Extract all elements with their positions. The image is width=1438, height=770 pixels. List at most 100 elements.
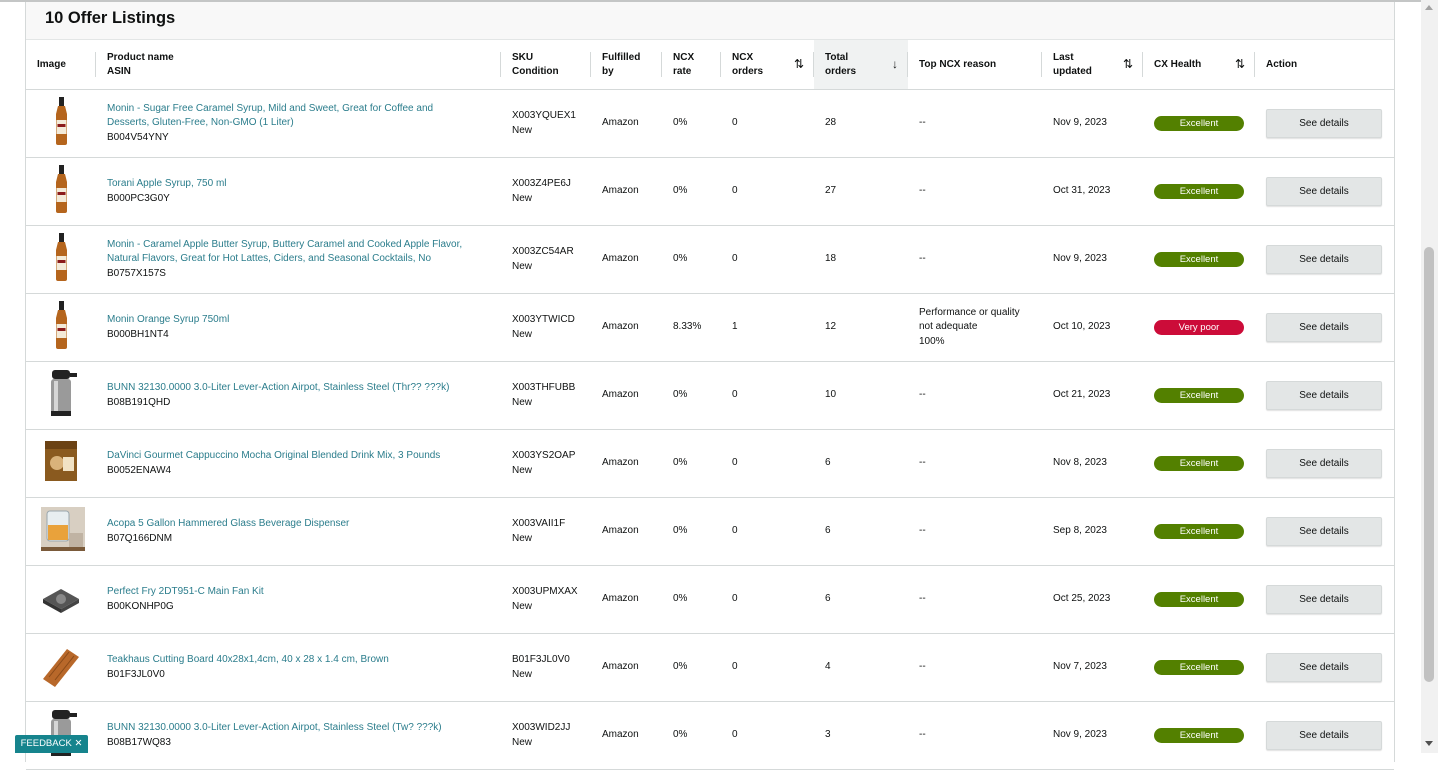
- condition: New: [512, 668, 533, 680]
- product-name-cell: Torani Apple Syrup, 750 ml B000PC3G0Y: [96, 157, 501, 226]
- cx-health-cell: Excellent: [1143, 429, 1255, 498]
- product-image-cell: [26, 225, 96, 294]
- cx-health-badge: Excellent: [1154, 523, 1244, 539]
- sort-icon[interactable]: ⇅: [1123, 57, 1133, 71]
- total-orders: 18: [814, 225, 908, 294]
- col-ncx-orders[interactable]: NCX orders ⇅: [721, 40, 814, 90]
- see-details-button[interactable]: See details: [1266, 177, 1382, 206]
- asin: B01F3JL0V0: [107, 668, 165, 680]
- see-details-button[interactable]: See details: [1266, 449, 1382, 478]
- col-cx-health[interactable]: CX Health ⇅: [1143, 40, 1255, 90]
- total-orders: 3: [814, 701, 908, 770]
- col-top-ncx-reason: Top NCX reason: [908, 40, 1042, 90]
- product-name-cell: Teakhaus Cutting Board 40x28x1,4cm, 40 x…: [96, 633, 501, 702]
- product-name-cell: Monin - Caramel Apple Butter Syrup, Butt…: [96, 225, 501, 294]
- product-name-cell: Monin Orange Syrup 750ml B000BH1NT4: [96, 293, 501, 362]
- sku: X003YQUEX1: [512, 110, 576, 121]
- drink-mix-bag-icon: [39, 435, 83, 487]
- action-cell: See details: [1255, 497, 1394, 566]
- sku-cell: X003Z4PE6J New: [501, 157, 591, 226]
- fulfilled-by: Amazon: [591, 701, 662, 770]
- cx-health-cell: Excellent: [1143, 361, 1255, 430]
- sort-icon[interactable]: ⇅: [1235, 57, 1245, 71]
- condition: New: [512, 532, 533, 544]
- product-name-link[interactable]: Monin Orange Syrup 750ml: [107, 314, 229, 325]
- action-cell: See details: [1255, 361, 1394, 430]
- feedback-button[interactable]: FEEDBACK ✕: [15, 735, 88, 753]
- product-name-link[interactable]: Acopa 5 Gallon Hammered Glass Beverage D…: [107, 518, 349, 529]
- asin: B00KONHP0G: [107, 600, 174, 612]
- table-row: BUNN 32130.0000 3.0-Liter Lever-Action A…: [26, 361, 1394, 430]
- last-updated: Oct 21, 2023: [1042, 361, 1143, 430]
- sku-cell: X003VAII1F New: [501, 497, 591, 566]
- last-updated: Nov 9, 2023: [1042, 701, 1143, 770]
- sku: X003UPMXAX: [512, 586, 578, 597]
- product-name-link[interactable]: Teakhaus Cutting Board 40x28x1,4cm, 40 x…: [107, 654, 389, 665]
- sku-cell: X003UPMXAX New: [501, 565, 591, 634]
- top-ncx-reason: --: [908, 361, 1042, 430]
- total-orders: 6: [814, 565, 908, 634]
- product-name-link[interactable]: BUNN 32130.0000 3.0-Liter Lever-Action A…: [107, 722, 442, 733]
- see-details-button[interactable]: See details: [1266, 313, 1382, 342]
- table-row: Monin - Caramel Apple Butter Syrup, Butt…: [26, 225, 1394, 294]
- asin: B08B17WQ83: [107, 736, 171, 748]
- cx-health-cell: Excellent: [1143, 225, 1255, 294]
- scroll-up-arrow-icon[interactable]: [1425, 5, 1433, 10]
- ncx-rate: 0%: [662, 701, 721, 770]
- ncx-orders: 0: [721, 497, 814, 566]
- top-ncx-reason: --: [908, 89, 1042, 158]
- scrollbar-thumb[interactable]: [1424, 247, 1434, 682]
- col-last-updated[interactable]: Last updated ⇅: [1042, 40, 1143, 90]
- fulfilled-by: Amazon: [591, 89, 662, 158]
- see-details-button[interactable]: See details: [1266, 109, 1382, 138]
- sort-descending-icon[interactable]: ↓: [892, 57, 898, 71]
- action-cell: See details: [1255, 565, 1394, 634]
- product-name-link[interactable]: Torani Apple Syrup, 750 ml: [107, 178, 227, 189]
- col-product-name: Product name ASIN: [96, 40, 501, 90]
- syrup-bottle-icon: [39, 163, 83, 215]
- fulfilled-by: Amazon: [591, 633, 662, 702]
- action-cell: See details: [1255, 429, 1394, 498]
- asin: B08B191QHD: [107, 396, 171, 408]
- condition: New: [512, 192, 533, 204]
- see-details-button[interactable]: See details: [1266, 653, 1382, 682]
- see-details-button[interactable]: See details: [1266, 381, 1382, 410]
- panel-header: 10 Offer Listings: [26, 2, 1394, 40]
- scroll-down-arrow-icon[interactable]: [1425, 741, 1433, 746]
- sort-icon[interactable]: ⇅: [794, 57, 804, 71]
- col-sku: SKU Condition: [501, 40, 591, 90]
- product-image-cell: [26, 497, 96, 566]
- see-details-button[interactable]: See details: [1266, 517, 1382, 546]
- top-ncx-reason: --: [908, 633, 1042, 702]
- see-details-button[interactable]: See details: [1266, 721, 1382, 750]
- condition: New: [512, 260, 533, 272]
- product-name-link[interactable]: Perfect Fry 2DT951-C Main Fan Kit: [107, 586, 264, 597]
- product-image-cell: [26, 633, 96, 702]
- product-name-link[interactable]: BUNN 32130.0000 3.0-Liter Lever-Action A…: [107, 382, 449, 393]
- ncx-orders: 0: [721, 157, 814, 226]
- cx-health-cell: Excellent: [1143, 565, 1255, 634]
- col-total-orders[interactable]: Total orders ↓: [814, 40, 908, 90]
- table-row: Monin - Sugar Free Caramel Syrup, Mild a…: [26, 89, 1394, 158]
- table-row: Teakhaus Cutting Board 40x28x1,4cm, 40 x…: [26, 633, 1394, 702]
- see-details-button[interactable]: See details: [1266, 245, 1382, 274]
- cx-health-badge: Excellent: [1154, 591, 1244, 607]
- table-row: Monin Orange Syrup 750ml B000BH1NT4 X003…: [26, 293, 1394, 362]
- ncx-rate: 8.33%: [662, 293, 721, 362]
- product-name-cell: Acopa 5 Gallon Hammered Glass Beverage D…: [96, 497, 501, 566]
- cx-health-cell: Very poor: [1143, 293, 1255, 362]
- condition: New: [512, 396, 533, 408]
- top-ncx-reason: Performance or quality not adequate 100%: [908, 293, 1042, 362]
- fulfilled-by: Amazon: [591, 565, 662, 634]
- product-name-cell: Monin - Sugar Free Caramel Syrup, Mild a…: [96, 89, 501, 158]
- sku: X003YTWICD: [512, 314, 575, 325]
- last-updated: Nov 7, 2023: [1042, 633, 1143, 702]
- condition: New: [512, 124, 533, 136]
- ncx-rate: 0%: [662, 225, 721, 294]
- product-name-link[interactable]: Monin - Caramel Apple Butter Syrup, Butt…: [107, 239, 462, 265]
- col-action: Action: [1255, 40, 1394, 90]
- see-details-button[interactable]: See details: [1266, 585, 1382, 614]
- asin: B0757X157S: [107, 267, 166, 279]
- product-name-link[interactable]: Monin - Sugar Free Caramel Syrup, Mild a…: [107, 103, 433, 129]
- product-name-link[interactable]: DaVinci Gourmet Cappuccino Mocha Origina…: [107, 450, 440, 461]
